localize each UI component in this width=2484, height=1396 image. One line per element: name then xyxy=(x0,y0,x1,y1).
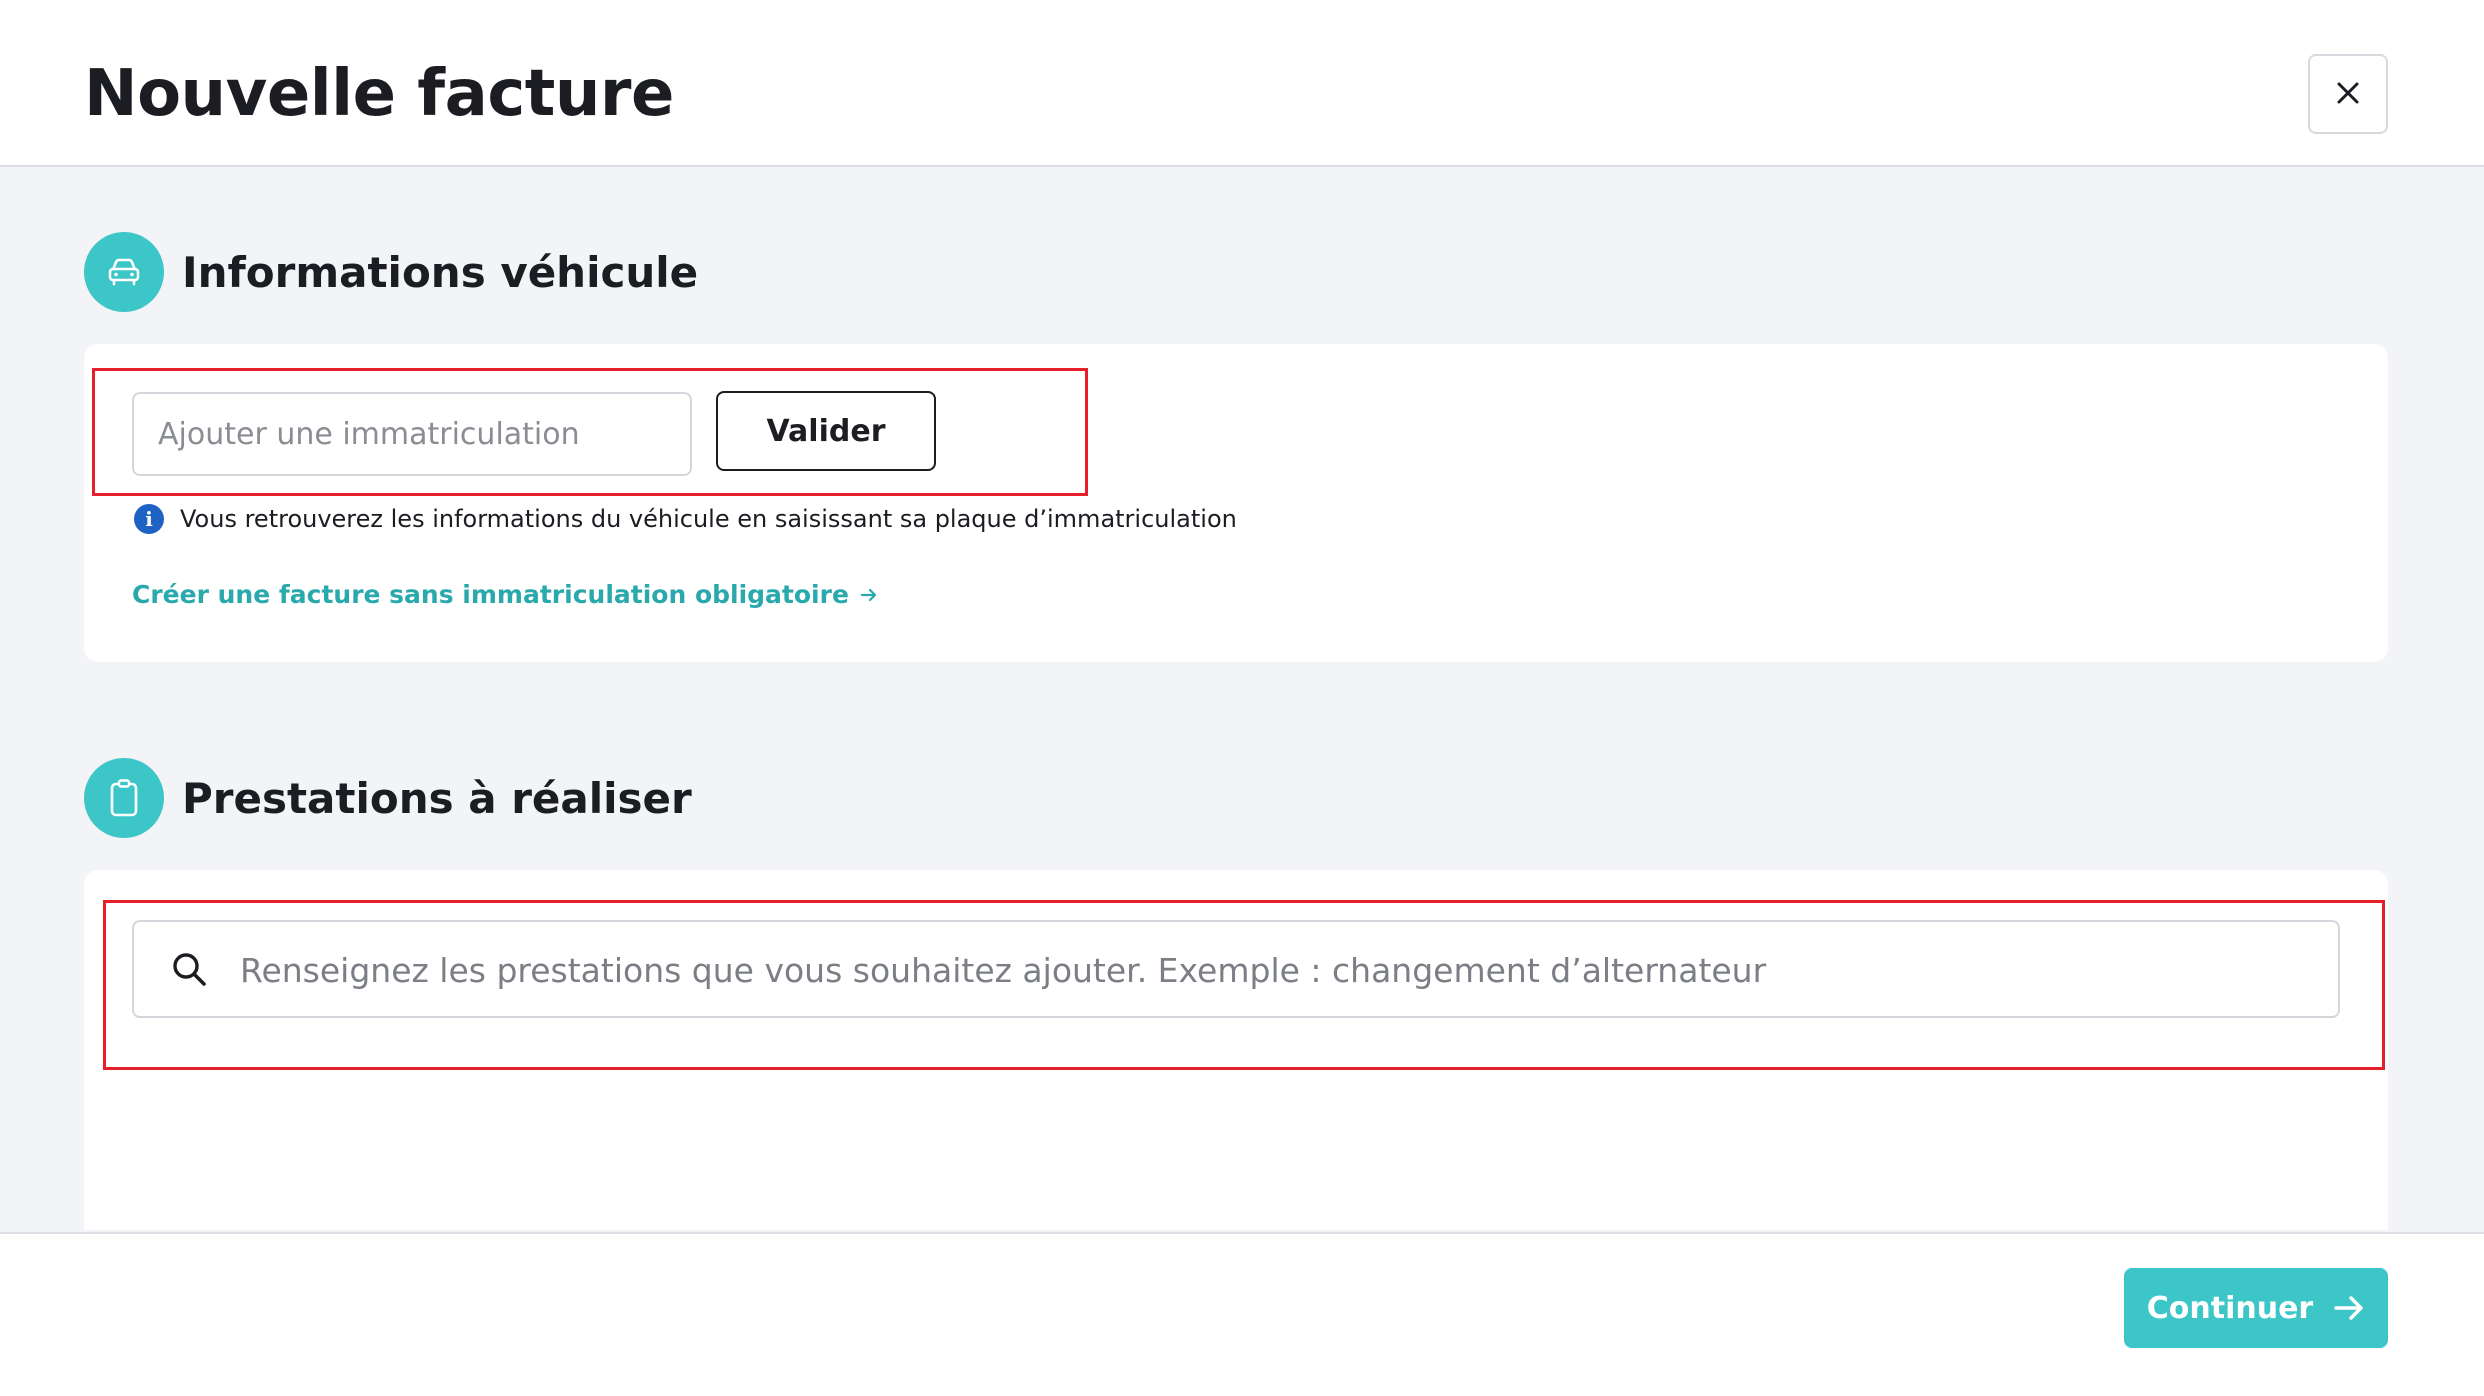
vehicle-section-title: Informations véhicule xyxy=(182,247,699,297)
services-search-box[interactable] xyxy=(132,920,2340,1018)
info-icon: i xyxy=(134,504,164,534)
vehicle-section-heading: Informations véhicule xyxy=(84,232,698,312)
services-section-heading: Prestations à réaliser xyxy=(84,758,692,838)
close-icon xyxy=(2335,80,2361,109)
services-search-input[interactable] xyxy=(238,922,2322,1018)
plate-info-text: Vous retrouverez les informations du véh… xyxy=(180,505,1237,533)
clipboard-icon xyxy=(84,758,164,838)
close-button[interactable] xyxy=(2308,54,2388,134)
continue-label: Continuer xyxy=(2146,1290,2314,1326)
modal-header: Nouvelle facture xyxy=(0,0,2484,167)
services-section-title: Prestations à réaliser xyxy=(182,773,692,823)
create-invoice-without-plate-link[interactable]: Créer une facture sans immatriculation o… xyxy=(132,580,879,609)
plate-info-message: i Vous retrouverez les informations du v… xyxy=(134,504,1237,534)
validate-button[interactable]: Valider xyxy=(716,391,936,471)
car-icon xyxy=(84,232,164,312)
continue-button[interactable]: Continuer xyxy=(2124,1268,2388,1348)
page-title: Nouvelle facture xyxy=(84,57,674,131)
create-invoice-without-plate-label: Créer une facture sans immatriculation o… xyxy=(132,580,849,609)
plate-input[interactable] xyxy=(132,392,692,476)
modal-footer: Continuer xyxy=(0,1232,2484,1396)
search-icon xyxy=(170,950,210,994)
arrow-right-icon xyxy=(859,585,879,605)
arrow-right-icon xyxy=(2333,1293,2365,1323)
